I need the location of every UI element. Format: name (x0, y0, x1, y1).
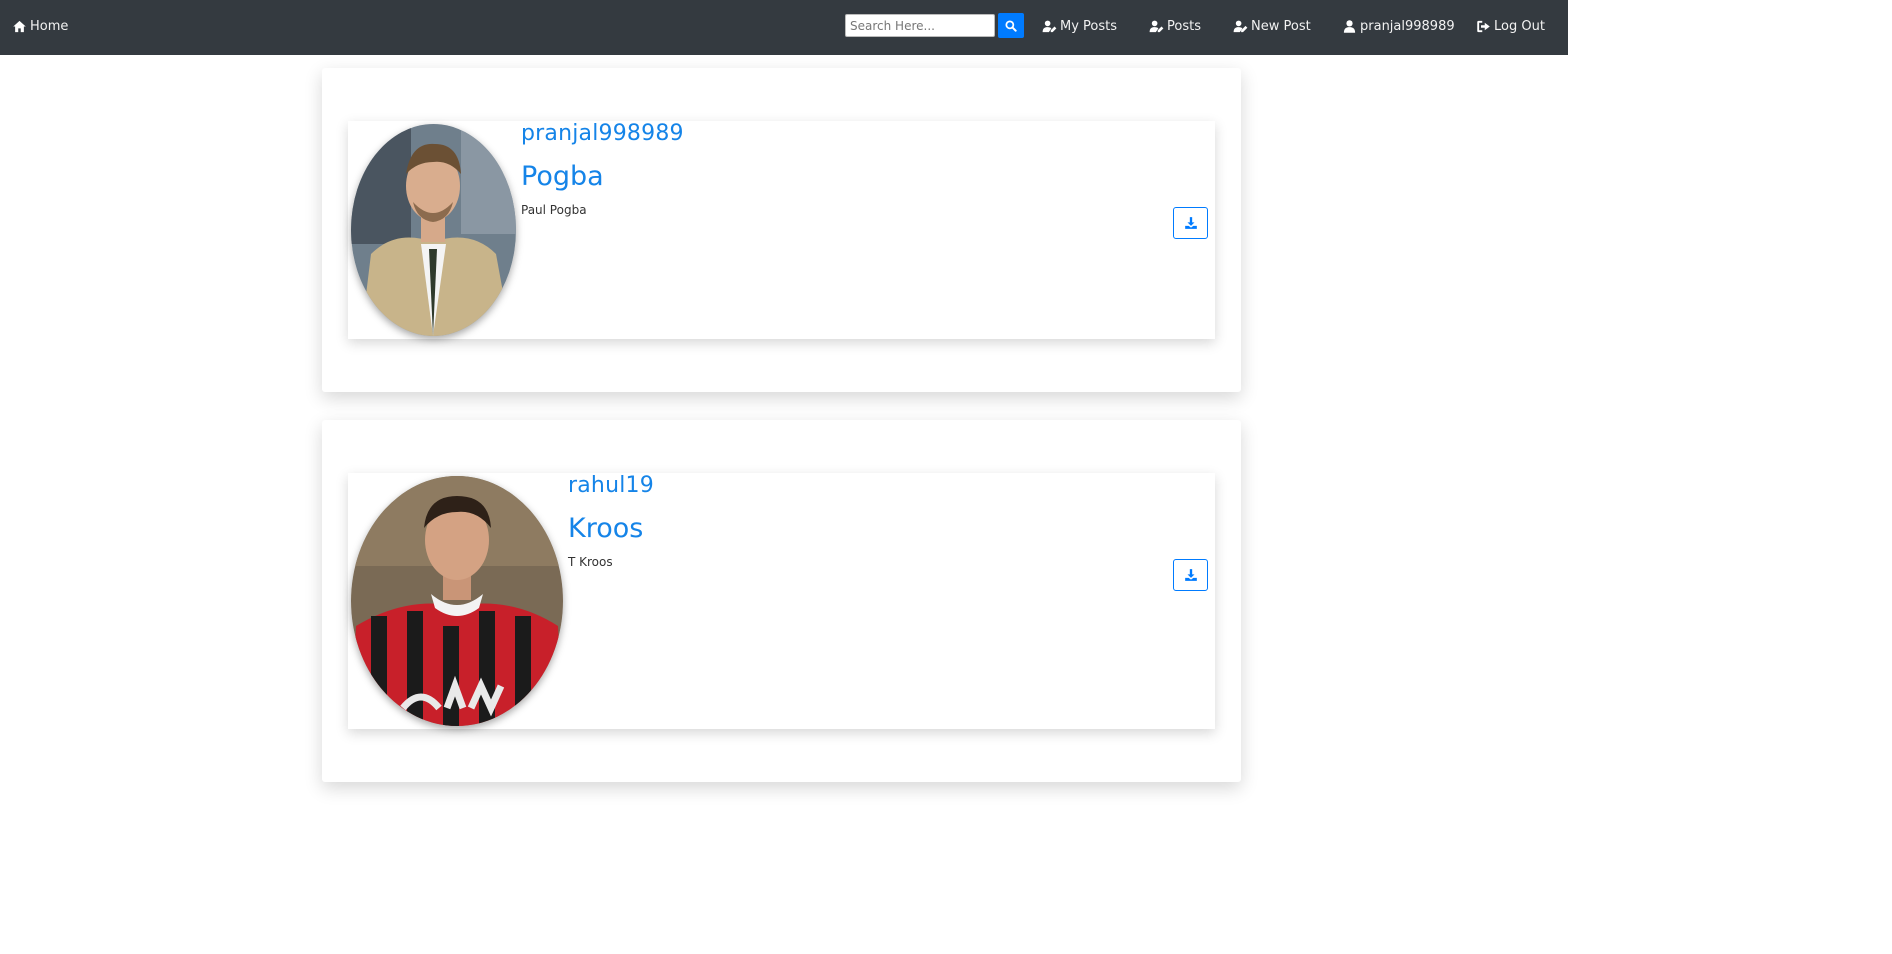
nav-my-posts-label: My Posts (1060, 19, 1118, 34)
avatar (351, 476, 563, 726)
download-icon (1184, 569, 1197, 581)
user-edit-icon (1149, 20, 1164, 33)
sign-out-icon (1477, 20, 1490, 33)
search-button[interactable] (998, 13, 1024, 38)
nav-logout-link[interactable]: Log Out (1476, 0, 1545, 53)
user-edit-icon (1042, 20, 1057, 33)
nav-home-link[interactable]: Home (12, 0, 68, 53)
search-input[interactable] (845, 14, 995, 37)
post-username[interactable]: pranjal998989 (521, 121, 684, 146)
post-description: Paul Pogba (521, 203, 587, 217)
post-body: pranjal998989 Pogba Paul Pogba (348, 121, 1215, 339)
post-card: pranjal998989 Pogba Paul Pogba (322, 68, 1241, 392)
post-username[interactable]: rahul19 (568, 473, 654, 498)
nav-logout-label: Log Out (1494, 19, 1545, 34)
nav-new-post-label: New Post (1251, 19, 1311, 34)
nav-my-posts-link[interactable]: My Posts (1042, 0, 1117, 53)
search-icon (1005, 19, 1017, 32)
post-image (351, 476, 563, 726)
post-title[interactable]: Kroos (568, 513, 643, 544)
user-icon (1343, 20, 1356, 33)
avatar (351, 124, 516, 336)
nav-posts-label: Posts (1167, 19, 1201, 34)
post-description: T Kroos (568, 555, 613, 569)
post-body: rahul19 Kroos T Kroos (348, 473, 1215, 729)
nav-user-label: pranjal998989 (1360, 19, 1455, 34)
nav-new-post-link[interactable]: New Post (1233, 0, 1311, 53)
post-card: rahul19 Kroos T Kroos (322, 420, 1241, 782)
download-button[interactable] (1173, 559, 1208, 591)
post-image (351, 124, 516, 336)
nav-user-link[interactable]: pranjal998989 (1342, 0, 1455, 53)
download-icon (1184, 217, 1197, 229)
nav-posts-link[interactable]: Posts (1149, 0, 1201, 53)
user-pen-icon (1233, 20, 1248, 33)
nav-home-label: Home (30, 19, 69, 34)
download-button[interactable] (1173, 207, 1208, 239)
top-navbar: Home My Posts Posts New Post (0, 0, 1568, 55)
home-icon (13, 20, 26, 33)
post-title[interactable]: Pogba (521, 161, 604, 192)
